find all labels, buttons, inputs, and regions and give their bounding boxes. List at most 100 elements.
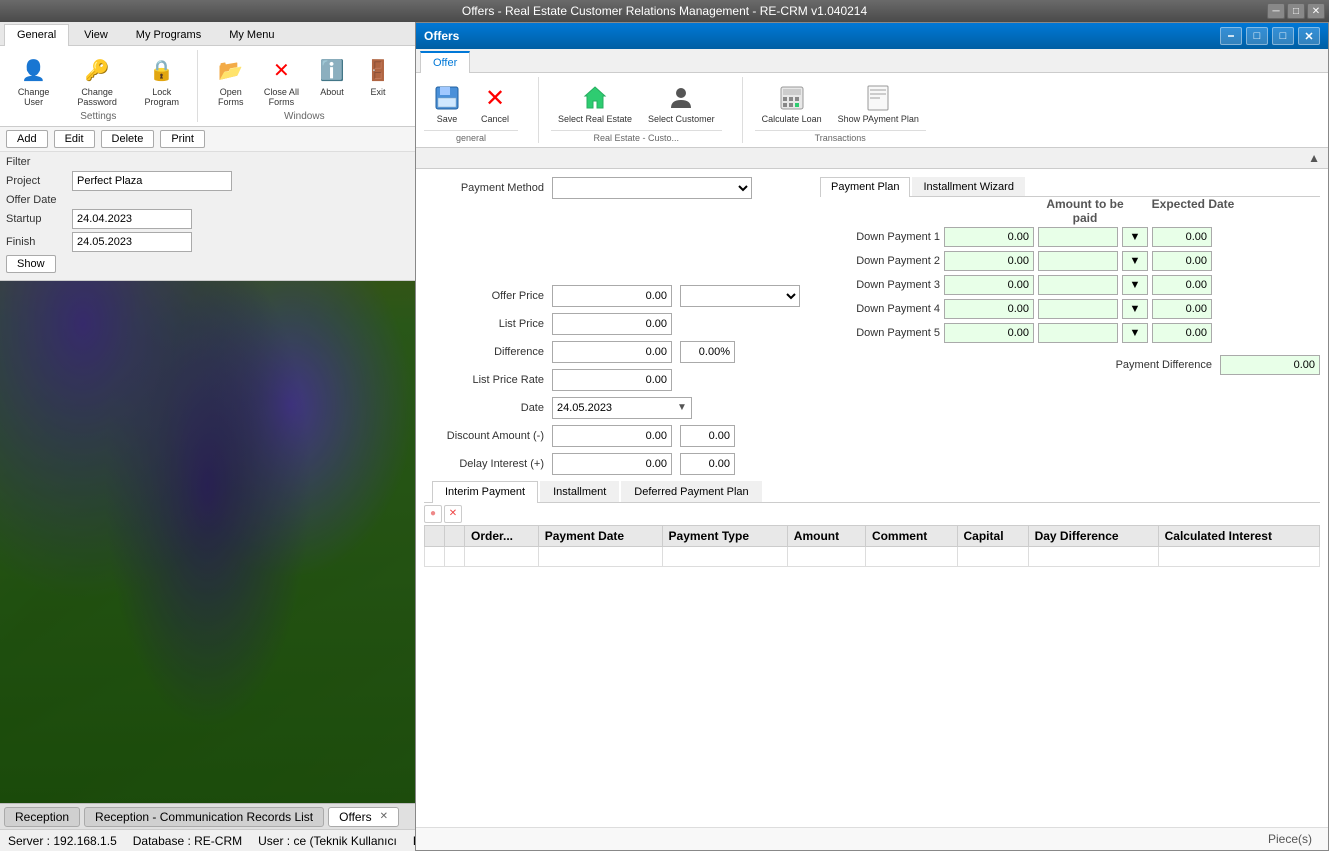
ribbon-tab-mymenu[interactable]: My Menu (216, 24, 287, 45)
dialog-maximize-btn[interactable]: □ (1272, 27, 1294, 45)
down-payment-4-dd[interactable]: ▼ (1122, 299, 1148, 319)
dialog-minify-btn[interactable]: ⎯ (1220, 27, 1242, 45)
down-payment-5-amount[interactable] (944, 323, 1034, 343)
down-payment-2-value[interactable] (1152, 251, 1212, 271)
taskbar-reception[interactable]: Reception (4, 807, 80, 827)
down-payment-4-value[interactable] (1152, 299, 1212, 319)
grid-add-row-btn[interactable]: ● (424, 505, 442, 523)
down-payment-1-dd[interactable]: ▼ (1122, 227, 1148, 247)
down-payment-4-amount[interactable] (944, 299, 1034, 319)
taskbar-offers-label: Offers (339, 810, 371, 824)
date-picker-btn[interactable]: ▼ (673, 402, 691, 413)
windows-buttons: 📂 Open Forms ✕ Close All Forms ℹ️ About … (210, 52, 399, 109)
down-payment-5-value[interactable] (1152, 323, 1212, 343)
difference-input[interactable] (552, 341, 672, 363)
taskbar-reception-comm[interactable]: Reception - Communication Records List (84, 807, 324, 827)
about-btn[interactable]: ℹ️ About (311, 52, 353, 99)
title-bar-controls: ─ □ ✕ (1267, 3, 1325, 19)
grid-tab-interim[interactable]: Interim Payment (432, 481, 538, 503)
grid-tab-installment[interactable]: Installment (540, 481, 619, 502)
difference-pct-input[interactable] (680, 341, 735, 363)
delete-btn[interactable]: Delete (101, 130, 155, 148)
down-payment-1-amount[interactable] (944, 227, 1034, 247)
grid-delete-row-btn[interactable]: ✕ (444, 505, 462, 523)
discount-amount-input2[interactable] (680, 425, 735, 447)
down-payment-4-date[interactable] (1038, 299, 1118, 319)
col-order: Order... (465, 525, 539, 546)
edit-btn[interactable]: Edit (54, 130, 95, 148)
payment-difference-input[interactable] (1220, 355, 1320, 375)
pp-tab-plan[interactable]: Payment Plan (820, 177, 910, 197)
dialog-restore-btn[interactable]: □ (1246, 27, 1268, 45)
project-input[interactable] (72, 171, 232, 191)
pp-tab-wizard[interactable]: Installment Wizard (912, 177, 1024, 196)
change-password-btn[interactable]: 🔑 Change Password (63, 52, 131, 109)
select-real-estate-icon (579, 82, 611, 114)
table-row (425, 546, 1320, 566)
collapse-btn[interactable]: ▲ (1308, 151, 1320, 165)
list-price-rate-input[interactable] (552, 369, 672, 391)
open-forms-btn[interactable]: 📂 Open Forms (210, 52, 252, 109)
delay-interest-row: Delay Interest (+) (424, 453, 804, 475)
select-customer-btn[interactable]: Select Customer (641, 79, 722, 128)
delay-interest-input1[interactable] (552, 453, 672, 475)
dialog-title: Offers (424, 29, 459, 43)
down-payment-2-amount[interactable] (944, 251, 1034, 271)
title-maximize-btn[interactable]: □ (1287, 3, 1305, 19)
down-payment-2-dd[interactable]: ▼ (1122, 251, 1148, 271)
close-all-forms-btn[interactable]: ✕ Close All Forms (256, 52, 307, 109)
table-header-row: Order... Payment Date Payment Type Amoun… (425, 525, 1320, 546)
settings-buttons: 👤 Change User 🔑 Change Password 🔒 Lock P… (8, 52, 189, 109)
select-real-estate-btn[interactable]: Select Real Estate (551, 79, 639, 128)
offer-price-currency[interactable] (680, 285, 800, 307)
print-btn[interactable]: Print (160, 130, 205, 148)
taskbar-offers-close[interactable]: ✕ (380, 811, 388, 822)
down-payment-1-value[interactable] (1152, 227, 1212, 247)
title-close-btn[interactable]: ✕ (1307, 3, 1325, 19)
show-payment-plan-btn[interactable]: Show PAyment Plan (831, 79, 926, 128)
payment-method-select[interactable] (552, 177, 752, 199)
add-btn[interactable]: Add (6, 130, 48, 148)
ribbon-tab-myprograms[interactable]: My Programs (123, 24, 214, 45)
main-form-area: Payment Method Offer Price List Price (416, 169, 1328, 481)
delay-interest-input2[interactable] (680, 453, 735, 475)
lock-program-btn[interactable]: 🔒 Lock Program (135, 52, 189, 109)
close-all-forms-icon: ✕ (265, 54, 297, 86)
show-btn[interactable]: Show (6, 255, 56, 273)
col-amount: Amount (787, 525, 865, 546)
col-comment: Comment (865, 525, 957, 546)
about-label: About (320, 87, 344, 97)
down-payment-2-date[interactable] (1038, 251, 1118, 271)
down-payment-5-date[interactable] (1038, 323, 1118, 343)
finish-input[interactable] (72, 232, 192, 252)
down-payment-5-dd[interactable]: ▼ (1122, 323, 1148, 343)
taskbar-offers[interactable]: Offers ✕ (328, 807, 399, 827)
exit-btn[interactable]: 🚪 Exit (357, 52, 399, 99)
date-input[interactable] (553, 398, 673, 418)
calculate-loan-btn[interactable]: Calculate Loan (755, 79, 829, 128)
dialog-close-btn[interactable]: ✕ (1298, 27, 1320, 45)
startup-input[interactable] (72, 209, 192, 229)
down-payment-3-value[interactable] (1152, 275, 1212, 295)
save-btn[interactable]: Save (424, 79, 470, 128)
cancel-btn[interactable]: ✕ Cancel (472, 79, 518, 128)
list-price-input[interactable] (552, 313, 672, 335)
down-payment-3-amount[interactable] (944, 275, 1034, 295)
discount-amount-input1[interactable] (552, 425, 672, 447)
down-payment-3-dd[interactable]: ▼ (1122, 275, 1148, 295)
change-user-btn[interactable]: 👤 Change User (8, 52, 59, 109)
ribbon-tab-view[interactable]: View (71, 24, 121, 45)
offer-price-input[interactable] (552, 285, 672, 307)
down-payment-3-date[interactable] (1038, 275, 1118, 295)
title-minimize-btn[interactable]: ─ (1267, 3, 1285, 19)
project-label: Project (6, 175, 66, 187)
startup-label: Startup (6, 213, 66, 225)
delay-interest-label: Delay Interest (+) (424, 458, 544, 470)
down-payment-1-date[interactable] (1038, 227, 1118, 247)
dialog-tab-offer[interactable]: Offer (420, 51, 470, 73)
grid-tab-deferred[interactable]: Deferred Payment Plan (621, 481, 761, 502)
dialog-ribbon-tabs: Offer (416, 49, 1328, 72)
ribbon-tab-general[interactable]: General (4, 24, 69, 46)
list-price-rate-label: List Price Rate (424, 374, 544, 386)
dialog-ribbon: Offer Save ✕ Cancel general (416, 49, 1328, 148)
